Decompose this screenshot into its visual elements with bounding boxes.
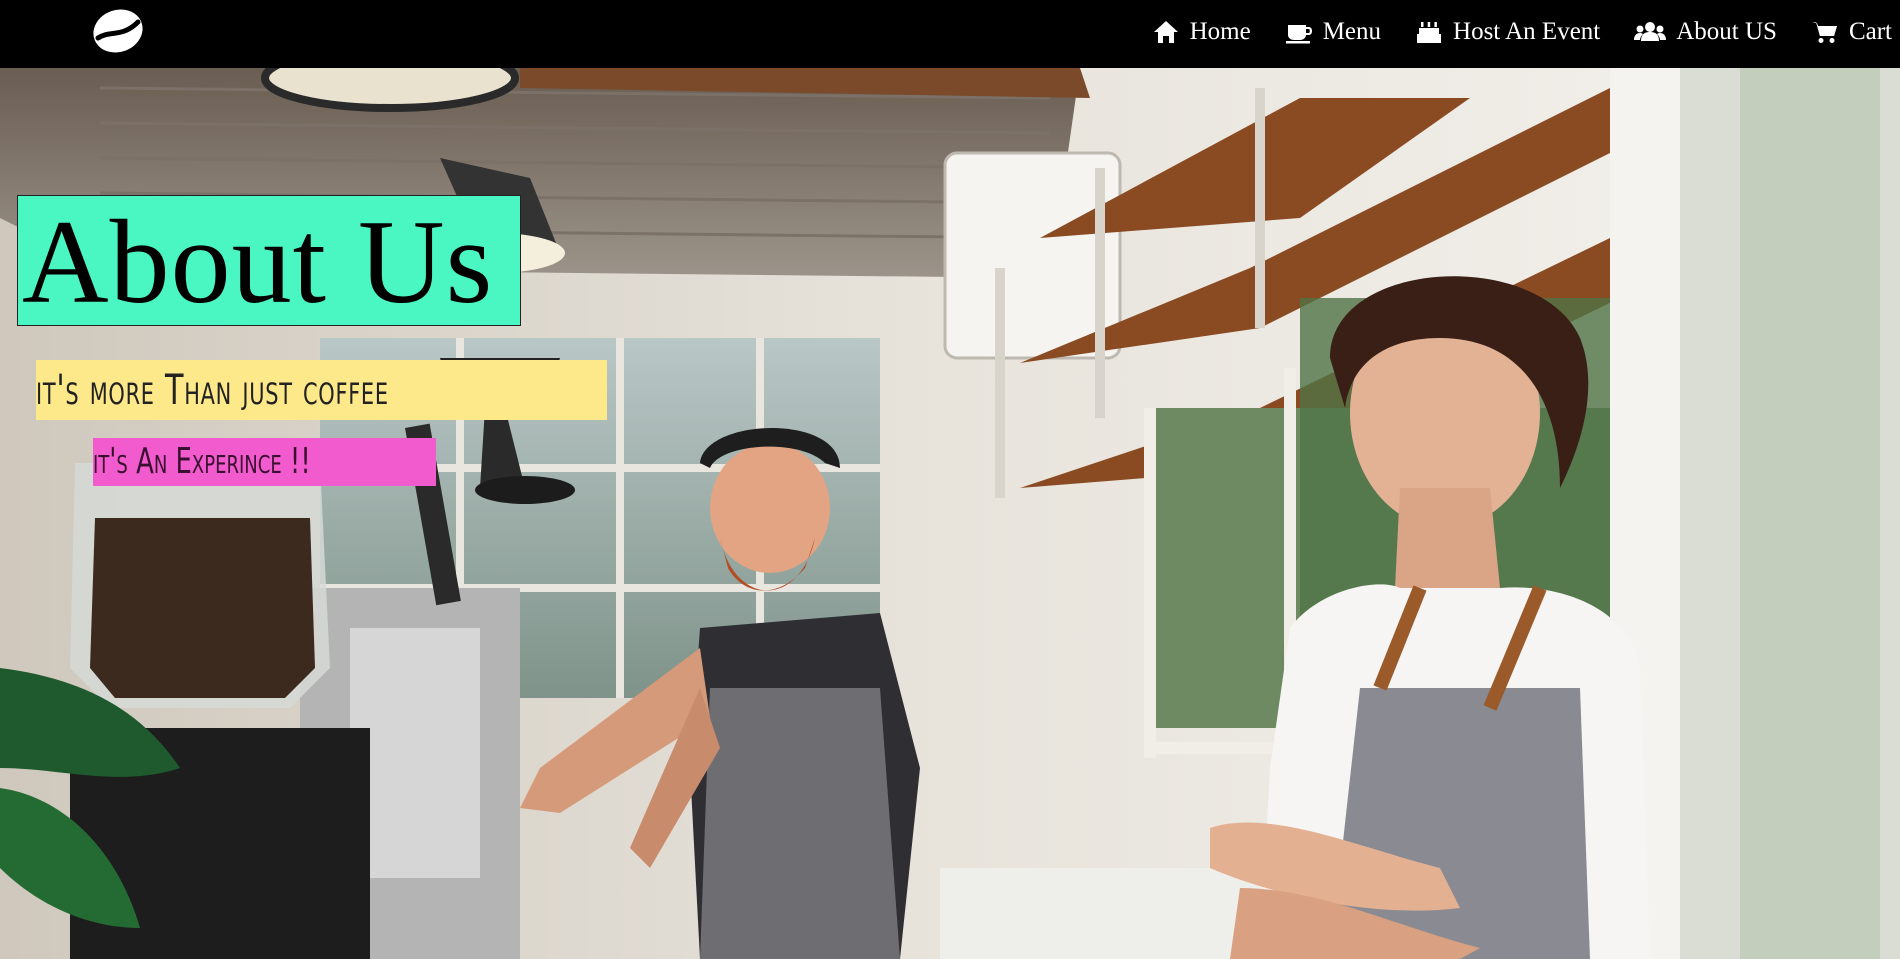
hero-subtitle-text: it's An Experince !!	[93, 441, 311, 482]
nav-item-label: Home	[1189, 18, 1251, 45]
nav-item-label: Menu	[1322, 18, 1382, 45]
nav-item-label: About US	[1676, 18, 1777, 45]
coffee-cup-icon	[1285, 25, 1312, 44]
shopping-cart-icon	[1811, 22, 1837, 43]
hero-tagline: it's more Than just coffee	[36, 360, 607, 420]
nav-item-about-us[interactable]: About US	[1634, 18, 1777, 46]
nav-item-label: Host An Event	[1453, 18, 1601, 45]
coffee-bean-logo-icon[interactable]	[92, 8, 144, 54]
home-icon	[1153, 21, 1178, 43]
nav-item-label: Cart	[1848, 18, 1892, 45]
nav-item-host-event[interactable]: Host An Event	[1415, 18, 1600, 46]
page-title: About Us	[17, 195, 521, 326]
nav-item-cart[interactable]: Cart	[1811, 18, 1892, 46]
hero-section: About Us it's more Than just coffee it's…	[0, 68, 1900, 959]
navbar: Home Menu Host An Event About US Cart	[0, 0, 1900, 68]
users-icon	[1634, 22, 1667, 41]
nav-item-menu[interactable]: Menu	[1285, 18, 1381, 46]
hero-tagline-text: it's more Than just coffee	[36, 365, 389, 414]
nav-item-home[interactable]: Home	[1152, 18, 1251, 46]
birthday-cake-icon	[1417, 22, 1442, 43]
nav-links: Home Menu Host An Event About US Cart	[1152, 0, 1892, 64]
hero-subtitle: it's An Experince !!	[93, 438, 436, 486]
